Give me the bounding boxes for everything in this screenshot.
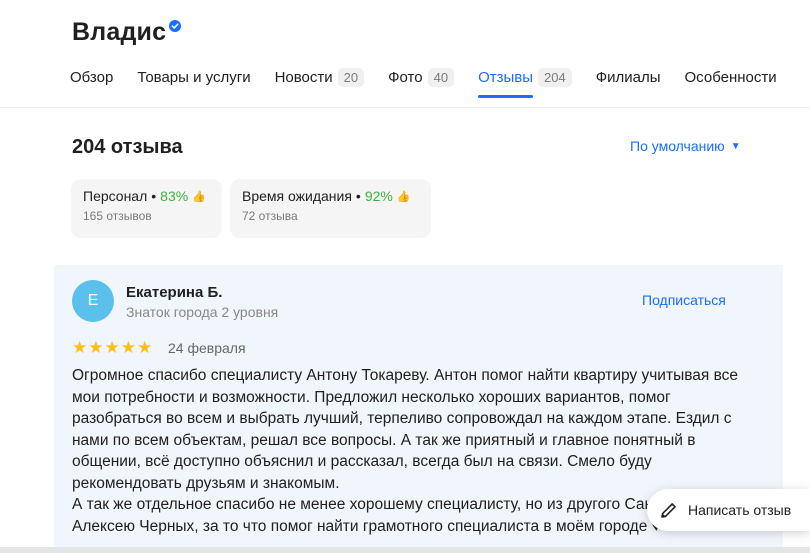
- aspect-card-staff[interactable]: Персонал • 83% 👍 165 отзывов: [71, 179, 222, 238]
- sort-dropdown[interactable]: По умолчанию ▼: [630, 138, 741, 154]
- reviews-total: 204 отзыва: [72, 136, 183, 158]
- thumbs-up-icon: 👍: [396, 190, 411, 203]
- tab-label: Фото: [388, 68, 423, 86]
- caret-down-icon: ▼: [730, 140, 741, 152]
- tab-count-badge: 20: [337, 67, 365, 87]
- star-icon: ★: [88, 338, 104, 357]
- author-level: Знаток города 2 уровня: [126, 304, 279, 320]
- tab-count-badge: 204: [538, 67, 572, 87]
- business-name: Владис: [72, 18, 167, 46]
- bottom-divider: [0, 547, 810, 553]
- subscribe-button[interactable]: Подписаться: [642, 292, 726, 308]
- tab-branches[interactable]: Филиалы: [596, 66, 661, 88]
- aspect-count: 72 отзыва: [242, 209, 298, 223]
- write-review-button[interactable]: Написать отзыв: [647, 489, 810, 531]
- write-review-label: Написать отзыв: [688, 502, 792, 518]
- aspect-percent: 83%: [160, 188, 189, 204]
- tab-label: Обзор: [70, 68, 114, 86]
- tab-label: Филиалы: [595, 68, 661, 86]
- avatar[interactable]: Е: [72, 280, 114, 322]
- tab-count-badge: 40: [427, 67, 455, 87]
- star-icon: ★: [72, 338, 88, 357]
- tabs-bar: Обзор Товары и услуги Новости 20 Фото 40 О…: [70, 66, 801, 98]
- tab-label: Новости: [274, 68, 333, 86]
- verified-badge-icon: [169, 20, 182, 32]
- review-author[interactable]: Екатерина Б.: [126, 284, 222, 301]
- tab-goods-services[interactable]: Товары и услуги: [137, 66, 250, 88]
- aspect-count: 165 отзывов: [83, 209, 152, 223]
- separator-dot: •: [355, 188, 361, 204]
- sort-label: По умолчанию: [630, 138, 725, 154]
- star-icon: ★: [137, 338, 153, 357]
- aspect-name: Персонал: [83, 188, 148, 204]
- thumbs-up-icon: 👍: [192, 190, 206, 203]
- star-icon: ★: [104, 338, 120, 357]
- review-date: 24 февраля: [168, 340, 246, 356]
- tab-news[interactable]: Новости 20: [275, 66, 365, 88]
- business-title: Владис: [72, 18, 182, 47]
- aspect-name: Время ожидания: [242, 188, 352, 204]
- tab-label: Особенности: [684, 68, 777, 86]
- tab-overview[interactable]: Обзор: [70, 66, 113, 88]
- star-icon: ★: [120, 338, 136, 357]
- business-header: Владис Обзор Товары и услуги Новости 20 Ф…: [0, 0, 810, 108]
- pencil-icon: [661, 503, 676, 518]
- tab-label: Отзывы: [478, 68, 534, 86]
- tab-label: Товары и услуги: [137, 68, 251, 86]
- rating-stars: ★ ★ ★ ★ ★: [72, 338, 153, 358]
- tab-features[interactable]: Особенности: [685, 66, 777, 88]
- tab-reviews[interactable]: Отзывы 204: [478, 66, 572, 98]
- tab-photos[interactable]: Фото 40: [388, 66, 455, 88]
- aspect-percent: 92%: [364, 188, 393, 204]
- separator-dot: •: [151, 188, 157, 204]
- aspect-card-waiting[interactable]: Время ожидания • 92% 👍 72 отзыва: [230, 179, 431, 238]
